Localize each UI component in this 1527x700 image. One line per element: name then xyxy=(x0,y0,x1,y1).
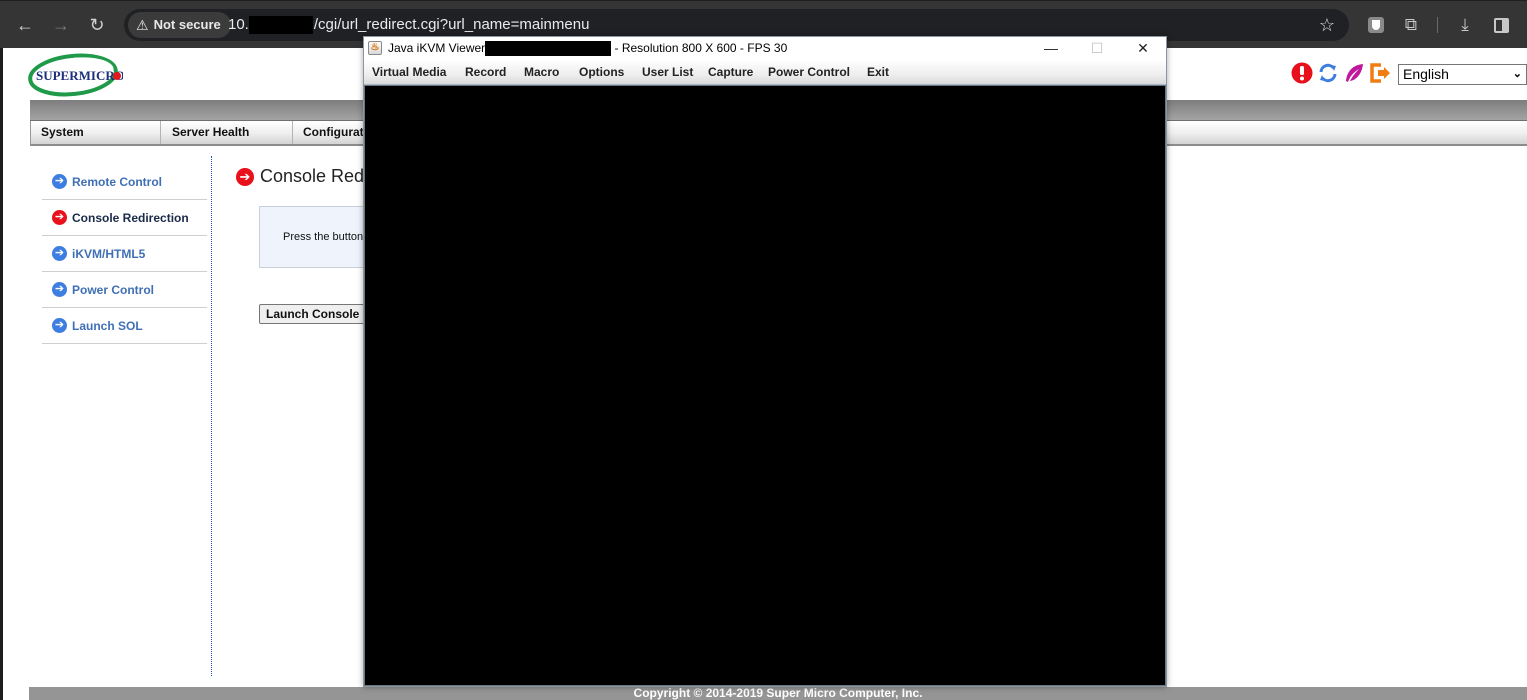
sidebar-item-label: Power Control xyxy=(72,282,155,297)
menu-record[interactable]: Record xyxy=(465,60,506,85)
extensions-puzzle-icon[interactable]: ⧉ xyxy=(1399,13,1423,37)
kvm-menu-bar: Virtual Media Record Macro Options User … xyxy=(364,60,1166,85)
chevron-down-icon: ⌄ xyxy=(1512,68,1522,80)
arrow-right-icon xyxy=(52,281,67,297)
window-title-suffix: - Resolution 800 X 600 - FPS 30 xyxy=(611,41,788,55)
sidebar-item-ikvm-html5[interactable]: iKVM/HTML5 xyxy=(42,236,207,272)
sidebar-item-launch-sol[interactable]: Launch SOL xyxy=(42,308,207,344)
menu-exit[interactable]: Exit xyxy=(867,60,889,85)
feather-icon[interactable] xyxy=(1343,62,1365,84)
window-title: Java iKVM Viewer - Resolution 800 X 600 … xyxy=(388,37,787,60)
logout-icon[interactable] xyxy=(1369,62,1391,84)
forward-button[interactable]: → xyxy=(47,11,75,39)
bookmark-star-icon[interactable]: ☆ xyxy=(1319,12,1335,38)
forward-arrow-icon: → xyxy=(52,15,70,35)
menu-system[interactable]: System xyxy=(31,121,161,144)
sidebar-item-remote-control[interactable]: Remote Control xyxy=(42,164,207,200)
security-chip[interactable]: ⚠ Not secure xyxy=(128,12,231,38)
sidebar-item-label: Console Redirection xyxy=(72,210,189,225)
warning-triangle-icon: ⚠ xyxy=(136,17,149,33)
header-icon-group xyxy=(1291,62,1391,84)
download-icon[interactable]: ⤓ xyxy=(1453,13,1477,37)
maximize-button[interactable]: ☐ xyxy=(1074,37,1120,60)
sidebar-item-label: Remote Control xyxy=(72,174,162,189)
back-button[interactable]: ← xyxy=(11,11,39,39)
arrow-right-icon xyxy=(236,167,254,186)
redacted-host xyxy=(248,16,313,35)
sidebar-item-console-redirection[interactable]: Console Redirection xyxy=(42,200,207,236)
maximize-icon: ☐ xyxy=(1090,40,1104,56)
back-arrow-icon: ← xyxy=(16,15,34,35)
redacted-host xyxy=(485,41,612,57)
supermicro-logo: SUPERMICRO xyxy=(28,52,125,98)
refresh-icon[interactable] xyxy=(1317,62,1339,84)
arrow-right-icon xyxy=(52,209,67,225)
reload-button[interactable]: ↻ xyxy=(83,11,111,39)
sidebar-item-label: Launch SOL xyxy=(72,318,143,333)
language-selected: English xyxy=(1403,66,1449,82)
window-title-prefix: Java iKVM Viewer xyxy=(388,41,486,55)
side-panel-icon[interactable] xyxy=(1489,13,1513,37)
minimize-button[interactable]: — xyxy=(1028,37,1074,60)
arrow-right-icon xyxy=(52,173,67,189)
toolbar-divider xyxy=(1437,17,1438,33)
sidebar: Remote Control Console Redirection iKVM/… xyxy=(42,164,207,344)
alert-icon[interactable] xyxy=(1291,62,1313,84)
menu-macro[interactable]: Macro xyxy=(524,60,559,85)
java-ikvm-window: ♨ Java iKVM Viewer - Resolution 800 X 60… xyxy=(363,36,1167,687)
menu-options[interactable]: Options xyxy=(579,60,624,85)
arrow-right-icon xyxy=(52,245,67,261)
shield-extension-icon[interactable] xyxy=(1364,13,1388,37)
sidebar-divider xyxy=(211,156,212,676)
close-icon: ✕ xyxy=(1137,40,1149,56)
security-label: Not secure xyxy=(153,17,221,32)
menu-virtual-media[interactable]: Virtual Media xyxy=(372,60,446,85)
window-edge xyxy=(0,48,3,700)
sidebar-item-label: iKVM/HTML5 xyxy=(72,246,146,261)
menu-user-list[interactable]: User List xyxy=(642,60,693,85)
window-titlebar[interactable]: ♨ Java iKVM Viewer - Resolution 800 X 60… xyxy=(364,37,1166,60)
remote-console-screen[interactable] xyxy=(364,85,1166,686)
reload-icon: ↻ xyxy=(89,15,105,35)
java-app-icon: ♨ xyxy=(368,41,382,55)
logo-text: SUPERMICRO xyxy=(36,68,123,83)
close-button[interactable]: ✕ xyxy=(1120,37,1166,60)
menu-power-control[interactable]: Power Control xyxy=(768,60,850,85)
menu-server-health[interactable]: Server Health xyxy=(162,121,293,144)
sidebar-item-power-control[interactable]: Power Control xyxy=(42,272,207,308)
url-path: /cgi/url_redirect.cgi?url_name=mainmenu xyxy=(313,16,590,33)
arrow-right-icon xyxy=(52,317,67,333)
footer-copyright: Copyright © 2014-2019 Super Micro Comput… xyxy=(29,687,1527,700)
language-select[interactable]: English ⌄ xyxy=(1398,64,1527,85)
menu-capture[interactable]: Capture xyxy=(708,60,753,85)
url-prefix: 10. xyxy=(228,16,249,33)
minimize-icon: — xyxy=(1044,40,1058,56)
